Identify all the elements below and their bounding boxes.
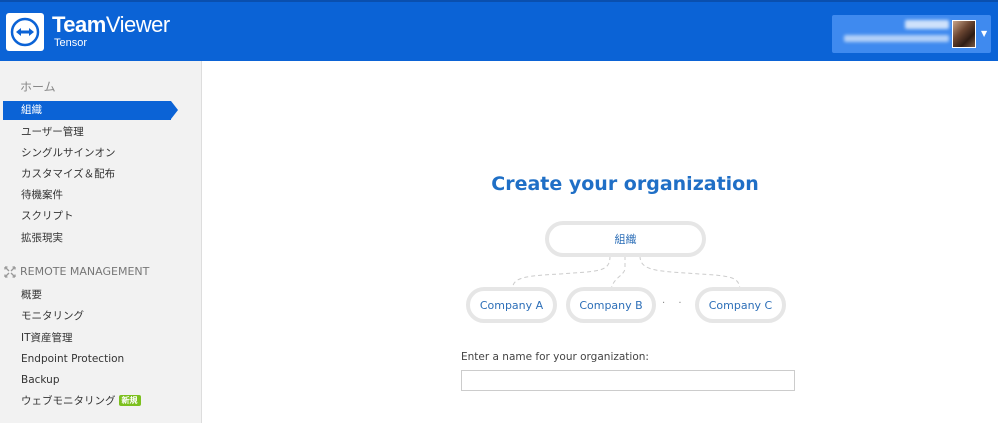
company-c-node: Company C <box>695 287 786 323</box>
org-root-node: 組織 <box>545 221 706 257</box>
org-name-input[interactable] <box>461 370 795 391</box>
org-name-label: Enter a name for your organization: <box>461 351 649 363</box>
company-a-node: Company A <box>466 287 557 323</box>
company-b-node: Company B <box>566 287 656 323</box>
